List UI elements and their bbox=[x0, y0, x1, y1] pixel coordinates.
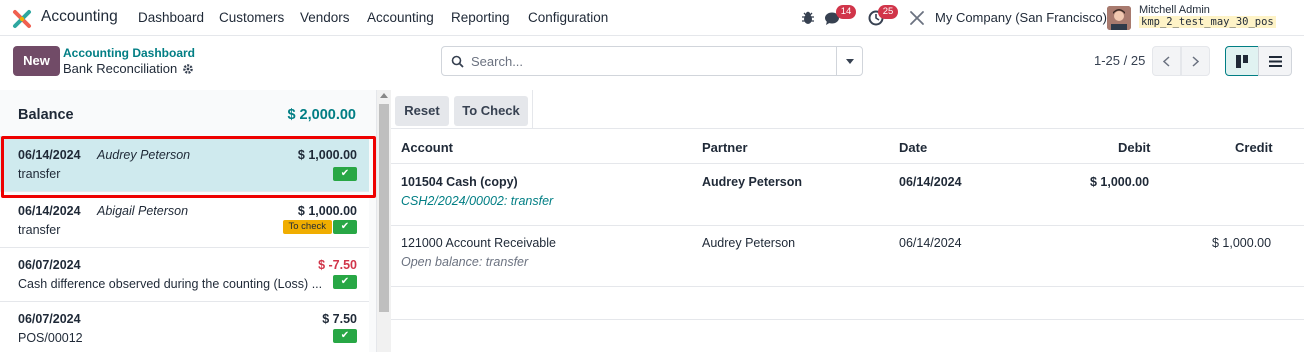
tools-icon[interactable] bbox=[908, 9, 926, 27]
scrollbar-thumb[interactable] bbox=[379, 104, 389, 312]
statement-line[interactable]: 06/07/2024 $ 7.50 POS/00012 ✔ bbox=[0, 302, 369, 352]
reconcile-toolbar: Reset To Check bbox=[391, 90, 1304, 129]
column-debit: Debit bbox=[1118, 140, 1151, 155]
balance-label: Balance bbox=[18, 107, 74, 123]
line-label: POS/00012 bbox=[18, 331, 83, 345]
bug-icon[interactable] bbox=[799, 9, 817, 27]
top-navbar: Accounting Dashboard Customers Vendors A… bbox=[0, 0, 1304, 36]
search-icon bbox=[451, 55, 464, 68]
search-placeholder: Search... bbox=[471, 54, 524, 69]
avatar-icon bbox=[1107, 6, 1131, 30]
row-date: 06/14/2024 bbox=[899, 175, 962, 189]
row-partner: Audrey Peterson bbox=[702, 175, 803, 189]
checkmark-icon: ✔ bbox=[333, 275, 357, 289]
statement-line[interactable]: 06/14/2024 Audrey Peterson $ 1,000.00 tr… bbox=[0, 136, 369, 192]
breadcrumb-current: Bank Reconciliation bbox=[63, 61, 178, 76]
line-partner: Abigail Peterson bbox=[97, 204, 189, 218]
column-partner: Partner bbox=[702, 140, 748, 155]
line-label: transfer bbox=[18, 223, 61, 237]
menu-customers[interactable]: Customers bbox=[219, 10, 284, 25]
row-credit: $ 1,000.00 bbox=[1212, 236, 1272, 250]
menu-accounting[interactable]: Accounting bbox=[367, 10, 434, 25]
row-account: 121000 Account Receivable bbox=[401, 236, 556, 250]
database-name: kmp_2_test_may_30_pos bbox=[1139, 16, 1276, 28]
search-options-toggle[interactable] bbox=[836, 46, 863, 76]
scroll-up-icon[interactable] bbox=[380, 93, 388, 98]
list-view-button[interactable] bbox=[1258, 46, 1292, 76]
control-panel: New Accounting Dashboard Bank Reconcilia… bbox=[0, 36, 1304, 90]
row-reference-link[interactable]: CSH2/2024/00002: transfer bbox=[401, 194, 553, 208]
left-panel-scrollbar[interactable] bbox=[377, 90, 391, 352]
column-account: Account bbox=[401, 140, 453, 155]
toolbar-divider bbox=[532, 90, 533, 129]
activities-badge: 25 bbox=[878, 5, 898, 19]
pager-previous-button[interactable] bbox=[1152, 46, 1181, 76]
checkmark-icon: ✔ bbox=[333, 167, 357, 181]
new-button[interactable]: New bbox=[13, 46, 60, 76]
row-divider bbox=[391, 286, 1304, 287]
gear-icon[interactable] bbox=[182, 63, 194, 75]
app-logo-icon[interactable] bbox=[12, 9, 32, 29]
line-amount: $ 1,000.00 bbox=[297, 148, 357, 162]
chevron-right-icon bbox=[1192, 56, 1199, 67]
pager-next-button[interactable] bbox=[1181, 46, 1210, 76]
row-date: 06/14/2024 bbox=[899, 236, 962, 250]
to-check-button[interactable]: To Check bbox=[454, 96, 528, 126]
list-icon bbox=[1269, 56, 1282, 67]
breadcrumb-parent[interactable]: Accounting Dashboard bbox=[63, 46, 195, 60]
line-label: Cash difference observed during the coun… bbox=[18, 277, 323, 291]
row-account: 101504 Cash (copy) bbox=[401, 175, 518, 189]
search-input[interactable]: Search... bbox=[441, 46, 837, 76]
line-amount: $ 1,000.00 bbox=[297, 204, 357, 218]
app-name[interactable]: Accounting bbox=[41, 8, 118, 26]
user-name[interactable]: Mitchell Admin bbox=[1139, 4, 1210, 16]
line-date: 06/14/2024 bbox=[18, 204, 81, 218]
messages-badge: 14 bbox=[836, 5, 856, 19]
row-divider bbox=[391, 319, 1304, 320]
reconciliation-panel: Reset To Check Account Partner Date Debi… bbox=[391, 90, 1304, 352]
column-date: Date bbox=[899, 140, 928, 155]
menu-dashboard[interactable]: Dashboard bbox=[138, 10, 204, 25]
line-amount: $ 7.50 bbox=[322, 312, 357, 326]
row-description: Open balance: transfer bbox=[401, 255, 529, 269]
to-check-badge: To check bbox=[282, 220, 332, 234]
user-avatar[interactable] bbox=[1107, 6, 1131, 30]
company-switcher[interactable]: My Company (San Francisco) bbox=[935, 10, 1107, 25]
checkmark-icon: ✔ bbox=[333, 329, 357, 343]
statement-lines-panel: Balance $ 2,000.00 06/14/2024 Audrey Pet… bbox=[0, 90, 377, 352]
menu-vendors[interactable]: Vendors bbox=[300, 10, 350, 25]
row-partner: Audrey Peterson bbox=[702, 236, 796, 250]
line-date: 06/07/2024 bbox=[18, 258, 81, 272]
header-divider bbox=[391, 163, 1304, 164]
line-partner: Audrey Peterson bbox=[97, 148, 191, 162]
row-debit: $ 1,000.00 bbox=[1090, 175, 1150, 189]
menu-configuration[interactable]: Configuration bbox=[528, 10, 608, 25]
checkmark-icon: ✔ bbox=[333, 220, 357, 234]
line-date: 06/07/2024 bbox=[18, 312, 81, 326]
pager-value[interactable]: 1-25 / 25 bbox=[1094, 53, 1145, 68]
column-credit: Credit bbox=[1235, 140, 1273, 155]
row-divider bbox=[391, 225, 1304, 226]
line-amount: $ -7.50 bbox=[318, 258, 357, 272]
statement-line[interactable]: 06/07/2024 $ -7.50 Cash difference obser… bbox=[0, 248, 369, 302]
caret-down-icon bbox=[846, 59, 854, 64]
balance-value: $ 2,000.00 bbox=[287, 107, 356, 123]
kanban-icon bbox=[1236, 55, 1248, 68]
kanban-view-button[interactable] bbox=[1225, 46, 1259, 76]
line-label: transfer bbox=[18, 167, 61, 181]
line-date: 06/14/2024 bbox=[18, 148, 81, 162]
statement-line[interactable]: 06/14/2024 Abigail Peterson $ 1,000.00 t… bbox=[0, 196, 369, 248]
menu-reporting[interactable]: Reporting bbox=[451, 10, 510, 25]
reset-button[interactable]: Reset bbox=[395, 96, 449, 126]
chevron-left-icon bbox=[1163, 56, 1170, 67]
